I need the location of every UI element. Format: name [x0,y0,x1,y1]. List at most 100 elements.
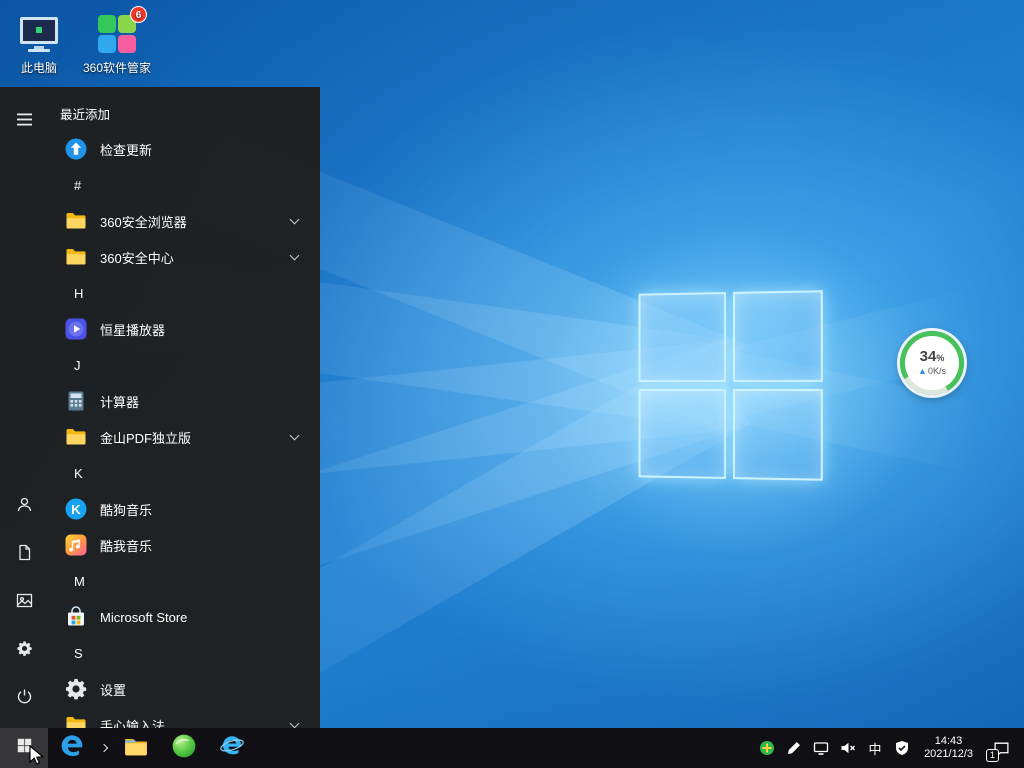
start-menu-item[interactable]: Microsoft Store [48,599,320,635]
start-menu-item-label: Microsoft Store [100,610,187,625]
letter-header-M[interactable]: M [48,563,320,599]
start-menu-item-label: 检查更新 [100,140,152,159]
start-menu-rail [0,87,48,728]
percent-unit: % [936,353,944,363]
account-icon[interactable] [4,484,44,524]
pictures-icon[interactable] [4,580,44,620]
start-menu-item[interactable]: 酷我音乐 [48,527,320,563]
360-browser-icon [171,733,197,764]
memory-percent: 34 [920,348,937,365]
pen-icon[interactable] [783,728,805,768]
file-explorer-taskbar-button[interactable] [112,728,160,768]
folder-icon [64,425,88,449]
edge-icon [59,733,85,764]
store-icon [64,605,88,629]
start-menu-item-label: 酷狗音乐 [100,500,152,519]
svg-text:K: K [71,502,81,517]
player-icon [64,317,88,341]
volume-muted-icon[interactable] [837,728,859,768]
ime-indicator[interactable]: 中 [864,739,886,758]
chevron-down-icon[interactable] [290,251,300,261]
windows-logo-pane [732,389,822,481]
menu-icon[interactable] [4,99,44,139]
start-menu-item-label: 手心输入法 [100,716,165,729]
tray-date: 2021/12/3 [924,748,973,761]
documents-icon[interactable] [4,532,44,572]
security-check-icon[interactable] [891,728,913,768]
folder-icon [64,209,88,233]
kuwo-icon [64,533,88,557]
letter-header-K[interactable]: K [48,455,320,491]
file-explorer-icon [123,733,149,764]
start-menu-item-label: 360安全中心 [100,248,174,267]
start-menu-item[interactable]: 360安全浏览器 [48,203,320,239]
start-menu-item[interactable]: 恒星播放器 [48,311,320,347]
upload-arrow-icon: ▲ [918,366,927,377]
chevron-down-icon[interactable] [290,431,300,441]
start-menu-item-label: 恒星播放器 [100,320,165,339]
settings-icon [64,677,88,701]
chevron-down-icon[interactable] [290,719,300,728]
start-menu-item[interactable]: 360安全中心 [48,239,320,275]
network-speed: 0K/s [928,366,946,377]
windows-logo-pane [639,389,726,479]
start-menu-item[interactable]: 检查更新 [48,131,320,167]
letter-header-J[interactable]: J [48,347,320,383]
start-menu-item-label: 计算器 [100,392,139,411]
this-pc-icon [15,10,63,58]
start-menu-item[interactable]: 计算器 [48,383,320,419]
notification-icon[interactable]: 1 [984,728,1018,768]
start-menu-item[interactable]: 金山PDF独立版 [48,419,320,455]
letter-label: # [74,178,81,193]
start-menu-item-label: 酷我音乐 [100,536,152,555]
settings-icon[interactable] [4,628,44,668]
clock[interactable]: 14:43 2021/12/3 [918,735,979,761]
letter-header-S[interactable]: S [48,635,320,671]
update-count-badge: 6 [130,6,147,23]
start-menu-item[interactable]: K 酷狗音乐 [48,491,320,527]
network-display-icon[interactable] [810,728,832,768]
letter-header-H[interactable]: H [48,275,320,311]
chevron-down-icon[interactable] [290,215,300,225]
start-menu-item-label: 金山PDF独立版 [100,428,191,447]
360-browser-taskbar-button[interactable] [160,728,208,768]
edge-taskbar-button[interactable] [48,728,96,768]
folder-icon [64,713,88,728]
start-menu-item[interactable]: 手心输入法 [48,707,320,728]
desktop-icon-label: 此电脑 [0,61,78,75]
start-menu-item[interactable]: 设置 [48,671,320,707]
notification-badge: 1 [986,749,999,762]
kugou-icon: K [64,497,88,521]
desktop-icon-this-pc[interactable]: 此电脑 [0,10,78,75]
start-menu-item-label: 设置 [100,680,126,699]
letter-label: K [74,466,83,481]
power-icon[interactable] [4,676,44,716]
360-float-ball[interactable]: 34% ▲0K/s [900,331,964,395]
folder-icon [64,245,88,269]
360-software-manager-icon: 6 [93,10,141,58]
desktop-icon-label: 360软件管家 [78,61,156,75]
letter-label: M [74,574,85,589]
tray-time: 14:43 [924,735,973,748]
start-menu-app-list: 最近添加 检查更新 #360安全浏览器 360安全中心 H 恒星播放器 J 计算器金山PDF… [48,87,320,728]
internet-explorer-taskbar-button[interactable] [208,728,256,768]
float-ball-center: 34% ▲0K/s [905,336,959,390]
desktop-icon-360-software-manager[interactable]: 6 360软件管家 [78,10,156,75]
desktop-screen: 此电脑 6 360软件管家 34% ▲0K/s [0,0,1024,768]
recently-added-header: 最近添加 [48,95,320,131]
letter-label: S [74,646,83,661]
system-tray: 中 14:43 2021/12/3 1 [756,728,1024,768]
letter-label: J [74,358,81,373]
windows-logo-pane [639,292,726,382]
start-menu-item-label: 360安全浏览器 [100,212,187,231]
start-menu: 最近添加 检查更新 #360安全浏览器 360安全中心 H 恒星播放器 J 计算器金山PDF… [0,87,320,728]
letter-label: H [74,286,83,301]
taskbar: 中 14:43 2021/12/3 1 [0,728,1024,768]
mouse-cursor [26,745,46,768]
windows-logo [639,290,823,481]
calculator-icon [64,389,88,413]
360-safety-icon[interactable] [756,728,778,768]
update-icon [64,137,88,161]
letter-header-#[interactable]: # [48,167,320,203]
taskbar-arrow-icon[interactable] [96,728,112,768]
